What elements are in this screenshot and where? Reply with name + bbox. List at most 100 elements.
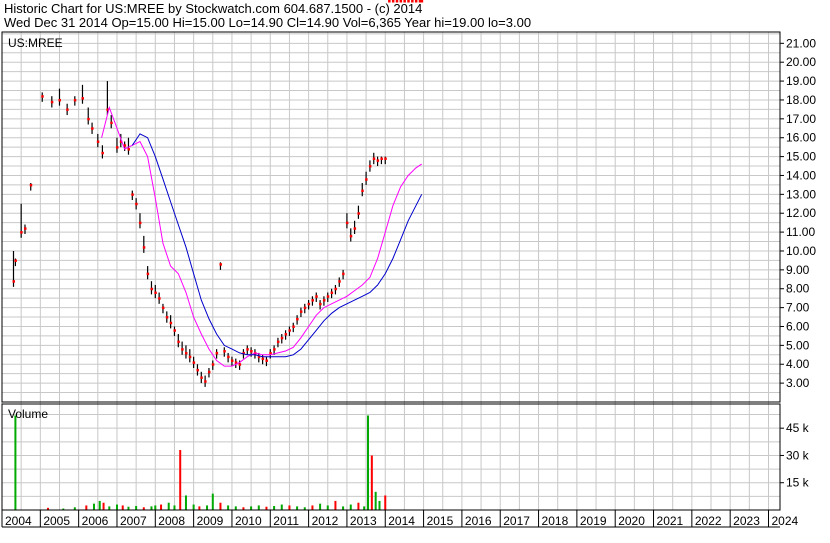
close-dot xyxy=(207,370,211,374)
close-dot xyxy=(230,359,234,362)
close-dot xyxy=(238,363,242,366)
close-dot xyxy=(196,368,199,372)
x-tick-label: 2014 xyxy=(388,514,415,528)
x-tick-label: 2022 xyxy=(695,514,722,528)
close-dot xyxy=(131,193,134,196)
volume-bar xyxy=(206,505,209,510)
volume-bar xyxy=(319,503,322,510)
volume-bars xyxy=(14,415,387,510)
y-tick-label: 6.00 xyxy=(786,319,810,333)
x-tick-label: 2009 xyxy=(197,514,224,528)
close-dot xyxy=(353,227,357,230)
close-dot xyxy=(127,148,130,151)
ma-short-line xyxy=(101,105,422,367)
close-dot xyxy=(342,272,345,276)
y-tick-label: 14.00 xyxy=(786,168,816,182)
x-tick-label: 2019 xyxy=(580,514,607,528)
close-dot xyxy=(142,246,146,249)
close-dot xyxy=(20,231,23,234)
close-dot xyxy=(411,0,414,3)
volume-bar xyxy=(154,505,157,510)
x-tick-label: 2016 xyxy=(465,514,492,528)
y-tick-label: 18.00 xyxy=(786,93,816,107)
x-tick-label: 2011 xyxy=(273,514,299,528)
y-tick-label: 13.00 xyxy=(786,187,816,201)
volume-bar xyxy=(273,506,276,510)
volume-bar xyxy=(85,505,88,510)
close-dot xyxy=(319,302,322,306)
close-dot xyxy=(192,361,196,364)
close-dot xyxy=(380,157,383,160)
y-tick-label: 16.00 xyxy=(786,131,816,145)
close-dot xyxy=(399,0,403,3)
volume-bar xyxy=(115,504,118,510)
close-dot xyxy=(357,212,360,215)
close-dot xyxy=(326,295,330,298)
close-dot xyxy=(211,363,215,366)
grid xyxy=(1,32,780,510)
volume-bar xyxy=(334,500,337,510)
close-dot xyxy=(384,157,387,160)
close-dot xyxy=(87,117,90,121)
symbol-label: US:MREE xyxy=(8,36,63,50)
close-dot xyxy=(81,97,84,100)
close-dot xyxy=(200,376,203,379)
y-tick-label: 8.00 xyxy=(786,282,810,296)
volume-bar xyxy=(160,504,163,510)
close-dot xyxy=(276,340,280,344)
close-dot xyxy=(280,336,284,340)
volume-bar xyxy=(98,500,101,510)
volume-bar xyxy=(102,502,105,510)
volume-bar xyxy=(363,506,366,510)
historic-chart: US:MREE Volume 3.00 4.00 5.00 6.00 7.00 8.00 9.0… xyxy=(1,0,816,528)
ma-long-line xyxy=(131,133,423,358)
y-tick-label: 12.00 xyxy=(786,206,816,220)
close-dot xyxy=(403,0,406,3)
volume-bar xyxy=(357,502,360,510)
volume-bar xyxy=(150,506,153,510)
close-dot xyxy=(165,316,169,319)
close-dot xyxy=(368,165,372,168)
x-tick-label: 2023 xyxy=(733,514,760,528)
x-tick-label: 2013 xyxy=(350,514,377,528)
volume-bar xyxy=(311,505,314,510)
close-dot xyxy=(215,351,219,355)
close-dot xyxy=(288,329,291,332)
close-dot xyxy=(110,121,113,125)
volume-bar xyxy=(349,504,352,510)
x-tick-label: 2024 xyxy=(772,514,799,528)
close-dot xyxy=(338,280,341,283)
close-dot xyxy=(223,350,226,353)
close-dot xyxy=(334,287,337,291)
volume-bar xyxy=(219,502,222,510)
volume-bar xyxy=(108,506,111,510)
y-tick-label: 3.00 xyxy=(786,376,810,390)
volume-bar xyxy=(121,505,124,510)
volume-bar xyxy=(384,495,387,510)
volume-tick-label: 15 k xyxy=(786,476,810,490)
volume-bar xyxy=(92,503,95,510)
y-tick-label: 5.00 xyxy=(786,338,810,352)
close-dot xyxy=(177,340,180,344)
close-dot xyxy=(292,325,295,328)
close-dot xyxy=(322,299,326,302)
close-dot xyxy=(376,159,380,162)
y-tick-label: 11.00 xyxy=(786,225,815,239)
volume-bar xyxy=(173,505,176,510)
y-tick-label: 15.00 xyxy=(786,150,816,164)
close-dot xyxy=(96,140,100,143)
y-tick-label: 19.00 xyxy=(786,74,816,88)
volume-bar xyxy=(288,505,291,510)
close-dot xyxy=(303,306,307,310)
y-tick-label: 7.00 xyxy=(786,301,810,315)
close-dot xyxy=(227,355,230,359)
close-dot xyxy=(161,306,165,310)
close-dot xyxy=(135,202,138,206)
volume-bar xyxy=(378,500,381,510)
y-tick-label: 10.00 xyxy=(786,244,816,258)
y-tick-label: 9.00 xyxy=(786,263,810,277)
x-tick-label: 2007 xyxy=(120,514,147,528)
close-dot xyxy=(146,272,150,276)
close-dot xyxy=(391,0,395,3)
close-dot xyxy=(296,317,299,321)
